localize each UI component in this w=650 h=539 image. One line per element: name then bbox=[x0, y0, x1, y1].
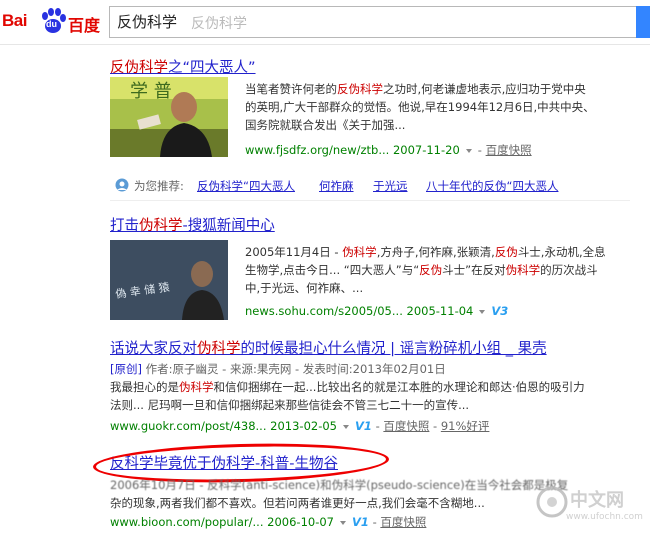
thumbnail-image: 学 普 bbox=[110, 77, 228, 157]
dropdown-caret-icon[interactable] bbox=[340, 520, 346, 525]
verified-badge[interactable]: V1 bbox=[352, 515, 369, 529]
recommend-label: 为您推荐: bbox=[134, 179, 184, 193]
logo-du: du bbox=[46, 19, 57, 29]
result-title-link[interactable]: 打击伪科学-搜狐新闻中心 bbox=[110, 214, 275, 235]
search-hint: 反伪科学 bbox=[191, 16, 247, 32]
result-abstract: 2005年11月4日 - 伪科学,方舟子,何祚麻,张颖清,反伪斗士,永动机,全息… bbox=[245, 245, 606, 295]
rating-link[interactable]: 91%好评 bbox=[441, 419, 490, 433]
cache-link[interactable]: 百度快照 bbox=[383, 419, 429, 433]
recommend-link[interactable]: 于光远 bbox=[373, 178, 408, 194]
result-title-link[interactable]: 话说大家反对伪科学的时候最担心什么情况 | 谣言粉碎机小组 _ 果壳 bbox=[110, 337, 547, 358]
verified-badge[interactable]: V3 bbox=[491, 304, 508, 318]
watermark-title: 中文网 bbox=[570, 490, 624, 511]
result-thumbnail[interactable]: 学 普 bbox=[110, 77, 228, 157]
result-abstract: 当笔者赞许何老的反伪科学之功时,何老谦虚地表示,应归功于党中央 的英明,广大干部… bbox=[245, 82, 595, 132]
recommend-link[interactable]: 八十年代的反伪“四大恶人 bbox=[426, 178, 558, 194]
verified-badge[interactable]: V1 bbox=[355, 419, 372, 433]
result-url[interactable]: www.guokr.com/post/438... 2013-02-05 V1 -… bbox=[110, 418, 489, 434]
search-result: 反伪科学之“四大恶人” bbox=[110, 56, 256, 77]
thumbnail-image: 偽 幸 储 猿 bbox=[110, 240, 228, 320]
search-button[interactable] bbox=[636, 6, 650, 38]
divider bbox=[110, 200, 630, 201]
logo-bai: Bai bbox=[2, 11, 27, 30]
original-tag: [原创] bbox=[110, 362, 142, 376]
result-thumbnail[interactable]: 偽 幸 储 猿 bbox=[110, 240, 228, 320]
result-abstract: 2006年10月7日 - 反科学(anti-science)和伪科学(pseud… bbox=[110, 478, 569, 510]
dropdown-caret-icon[interactable] bbox=[479, 309, 486, 314]
search-input[interactable] bbox=[110, 7, 637, 35]
recommend-icon bbox=[115, 178, 129, 192]
logo-baidu-cn: 百度 bbox=[68, 16, 101, 35]
top-bar: Bai du 百度 反伪科学 bbox=[0, 0, 650, 45]
dropdown-caret-icon[interactable] bbox=[465, 148, 472, 153]
search-result: 打击伪科学-搜狐新闻中心 bbox=[110, 214, 275, 235]
recommend-row: 为您推荐: 反伪科学“四大恶人 何祚麻 于光远 八十年代的反伪“四大恶人 bbox=[110, 172, 630, 198]
dropdown-caret-icon[interactable] bbox=[343, 424, 349, 429]
result-url[interactable]: www.bioon.com/popular/... 2006-10-07 V1 -… bbox=[110, 514, 426, 530]
svg-text:学 普: 学 普 bbox=[130, 81, 172, 102]
result-url[interactable]: news.sohu.com/s2005/05... 2005-11-04 V3 bbox=[245, 304, 508, 318]
cache-link[interactable]: 百度快照 bbox=[380, 515, 426, 529]
cache-link[interactable]: 百度快照 bbox=[486, 143, 532, 157]
recommend-link[interactable]: 反伪科学“四大恶人 bbox=[197, 178, 295, 194]
baidu-logo[interactable]: Bai du 百度 bbox=[2, 6, 104, 38]
watermark-logo: 中文网 www.ufochn.com bbox=[536, 482, 643, 526]
search-box[interactable]: 反伪科学 bbox=[109, 6, 637, 38]
recommend-link[interactable]: 何祚麻 bbox=[319, 178, 354, 194]
watermark-site: www.ufochn.com bbox=[566, 512, 643, 522]
result-abstract: [原创] 作者:原子幽灵 - 来源:果壳网 - 发表时间:2013年02月01日… bbox=[110, 362, 585, 412]
search-result: 话说大家反对伪科学的时候最担心什么情况 | 谣言粉碎机小组 _ 果壳 bbox=[110, 337, 547, 358]
result-url[interactable]: www.fjsdfz.org/new/ztb... 2007-11-20- 百度… bbox=[245, 142, 532, 158]
result-title-link[interactable]: 反伪科学之“四大恶人” bbox=[110, 56, 256, 77]
